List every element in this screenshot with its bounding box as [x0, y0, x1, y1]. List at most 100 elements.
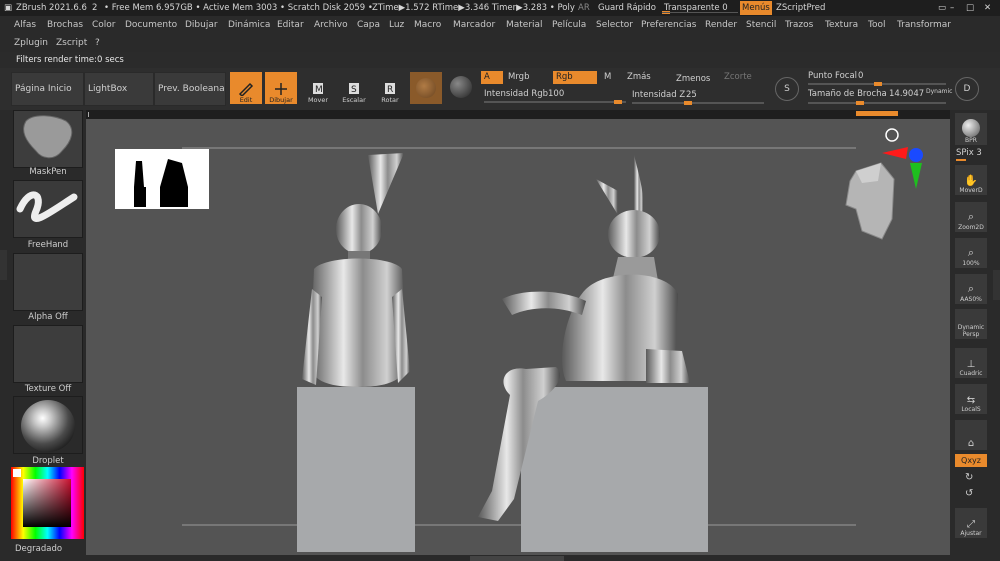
status-text: Filters render time:0 secs: [0, 52, 1000, 68]
spix-label[interactable]: SPix 3: [956, 148, 982, 158]
local-button[interactable]: ⇆ LocalS: [955, 384, 987, 414]
menu-luz[interactable]: Luz: [389, 20, 404, 30]
menu-color[interactable]: Color: [92, 20, 116, 30]
material-tile[interactable]: [13, 396, 83, 454]
window-icon[interactable]: ▭: [938, 0, 946, 16]
menu-marcador[interactable]: Marcador: [453, 20, 495, 30]
menu-trazos[interactable]: Trazos: [785, 20, 813, 30]
bottom-collapse-handle[interactable]: [470, 556, 564, 561]
persp-button[interactable]: Dynamic Persp: [955, 309, 987, 339]
ar-label[interactable]: AR: [578, 0, 590, 16]
menu-preferencias[interactable]: Preferencias: [641, 20, 696, 30]
z-intensity-knob[interactable]: [684, 101, 692, 105]
aahalf-label: AAS0%: [960, 296, 982, 303]
bpr-button[interactable]: BPR: [955, 113, 987, 145]
alpha-tile[interactable]: [13, 253, 83, 311]
menu-dinamica[interactable]: Dinámica: [228, 20, 270, 30]
document-canvas[interactable]: [86, 119, 950, 555]
menu-stencil[interactable]: Stencil: [746, 20, 776, 30]
spix-slider-knob[interactable]: [956, 159, 966, 161]
menu-zplugin[interactable]: Zplugin: [14, 38, 48, 48]
zoom100-button[interactable]: ⌕ 100%: [955, 238, 987, 268]
fit-button[interactable]: ⤢ Ajustar: [955, 508, 987, 538]
brush-size-slider[interactable]: [808, 101, 946, 105]
move-button[interactable]: M Mover: [302, 72, 334, 104]
minimize-icon[interactable]: –: [950, 0, 954, 16]
quicksave-button[interactable]: Guard Rápido: [598, 0, 656, 16]
orientation-head-gizmo[interactable]: [845, 162, 895, 240]
texture-tile[interactable]: [13, 325, 83, 383]
menu-documento[interactable]: Documento: [125, 20, 177, 30]
rgb-intensity-slider[interactable]: [484, 100, 626, 104]
aahalf-button[interactable]: ⌕ AAS0%: [955, 274, 987, 304]
lightbox-button[interactable]: LightBox: [84, 72, 154, 106]
color-swatch-icon[interactable]: [13, 469, 21, 477]
boolean-preview-button[interactable]: Prev. Booleana: [154, 72, 226, 106]
rotate-view-icon[interactable]: [885, 128, 899, 142]
zsub-toggle[interactable]: Zmenos: [673, 73, 717, 86]
zoom2d-button[interactable]: ⌕ Zoom2D: [955, 202, 987, 232]
brush-tile-maskpen[interactable]: [13, 110, 83, 168]
z-intensity-slider[interactable]: [632, 101, 764, 105]
rgb-intensity-knob[interactable]: [614, 100, 622, 104]
home-page-button[interactable]: Página Inicio: [11, 72, 84, 106]
color-square[interactable]: [23, 479, 71, 527]
menu-help[interactable]: ?: [95, 38, 100, 48]
m-toggle[interactable]: M: [601, 71, 621, 84]
zadd-toggle[interactable]: Zmás: [624, 71, 664, 84]
zscript-button[interactable]: ZScriptPred: [776, 0, 825, 16]
pedestal-left: [297, 387, 415, 552]
floor-button[interactable]: ⊥ Cuadric: [955, 348, 987, 378]
menu-editar[interactable]: Editar: [277, 20, 304, 30]
menu-selector[interactable]: Selector: [596, 20, 633, 30]
stroke-tile-freehand[interactable]: [13, 180, 83, 238]
scale-button[interactable]: S Escalar: [338, 72, 370, 104]
rgb-toggle[interactable]: Rgb: [553, 71, 597, 84]
menu-tool[interactable]: Tool: [868, 20, 885, 30]
dynamic-label[interactable]: Dynamic: [926, 88, 952, 95]
focal-slider[interactable]: [808, 82, 946, 86]
draw-button[interactable]: Dibujar: [265, 72, 297, 104]
menu-textura[interactable]: Textura: [825, 20, 858, 30]
menu-render[interactable]: Render: [705, 20, 737, 30]
color-picker[interactable]: [11, 467, 84, 539]
a-toggle[interactable]: A: [481, 71, 503, 84]
material-sphere-icon: [416, 78, 436, 98]
edit-button[interactable]: Edit: [230, 72, 262, 104]
brush-size-knob[interactable]: [856, 101, 864, 105]
menu-brochas[interactable]: Brochas: [47, 20, 83, 30]
transparency-slider-track[interactable]: [662, 12, 738, 13]
rotate-z-icon[interactable]: ↺: [965, 488, 973, 499]
transparency-slider-label[interactable]: Transparente 0: [664, 0, 728, 16]
xyz-toggle[interactable]: Qxyz: [955, 454, 987, 467]
maximize-icon[interactable]: □: [966, 0, 974, 16]
right-collapse-handle[interactable]: [993, 270, 1000, 300]
d-brush-button[interactable]: D: [955, 77, 979, 101]
menu-material[interactable]: Material: [506, 20, 543, 30]
focal-knob[interactable]: [874, 82, 882, 86]
close-icon[interactable]: ✕: [984, 0, 991, 16]
s-brush-button[interactable]: S: [775, 77, 799, 101]
mrgb-toggle[interactable]: Mrgb: [505, 71, 549, 84]
menu-capa[interactable]: Capa: [357, 20, 380, 30]
rotate-icon: R: [385, 83, 395, 95]
ruler-orange-marker[interactable]: [856, 111, 898, 116]
menu-pelicula[interactable]: Película: [552, 20, 586, 30]
robot-figure-left[interactable]: [302, 153, 410, 387]
left-collapse-handle[interactable]: [0, 250, 7, 280]
menu-alfas[interactable]: Alfas: [14, 20, 36, 30]
zcut-toggle[interactable]: Zcorte: [721, 71, 761, 84]
menus-toggle[interactable]: Menús: [740, 1, 772, 15]
menu-transformar[interactable]: Transformar: [897, 20, 951, 30]
rotate-y-icon[interactable]: ↻: [965, 472, 973, 483]
menu-macro[interactable]: Macro: [414, 20, 441, 30]
menu-archivo[interactable]: Archivo: [314, 20, 348, 30]
rotate-button[interactable]: R Rotar: [374, 72, 406, 104]
texture-sphere-icon[interactable]: [450, 76, 472, 98]
material-swatch-button[interactable]: [410, 72, 442, 104]
move-view-button[interactable]: ✋ MoverD: [955, 165, 987, 195]
menu-dibujar[interactable]: Dibujar: [185, 20, 218, 30]
lock-button[interactable]: ⌂: [955, 420, 987, 450]
menu-zscript[interactable]: Zscript: [56, 38, 87, 48]
viewport-scene[interactable]: [86, 119, 950, 555]
